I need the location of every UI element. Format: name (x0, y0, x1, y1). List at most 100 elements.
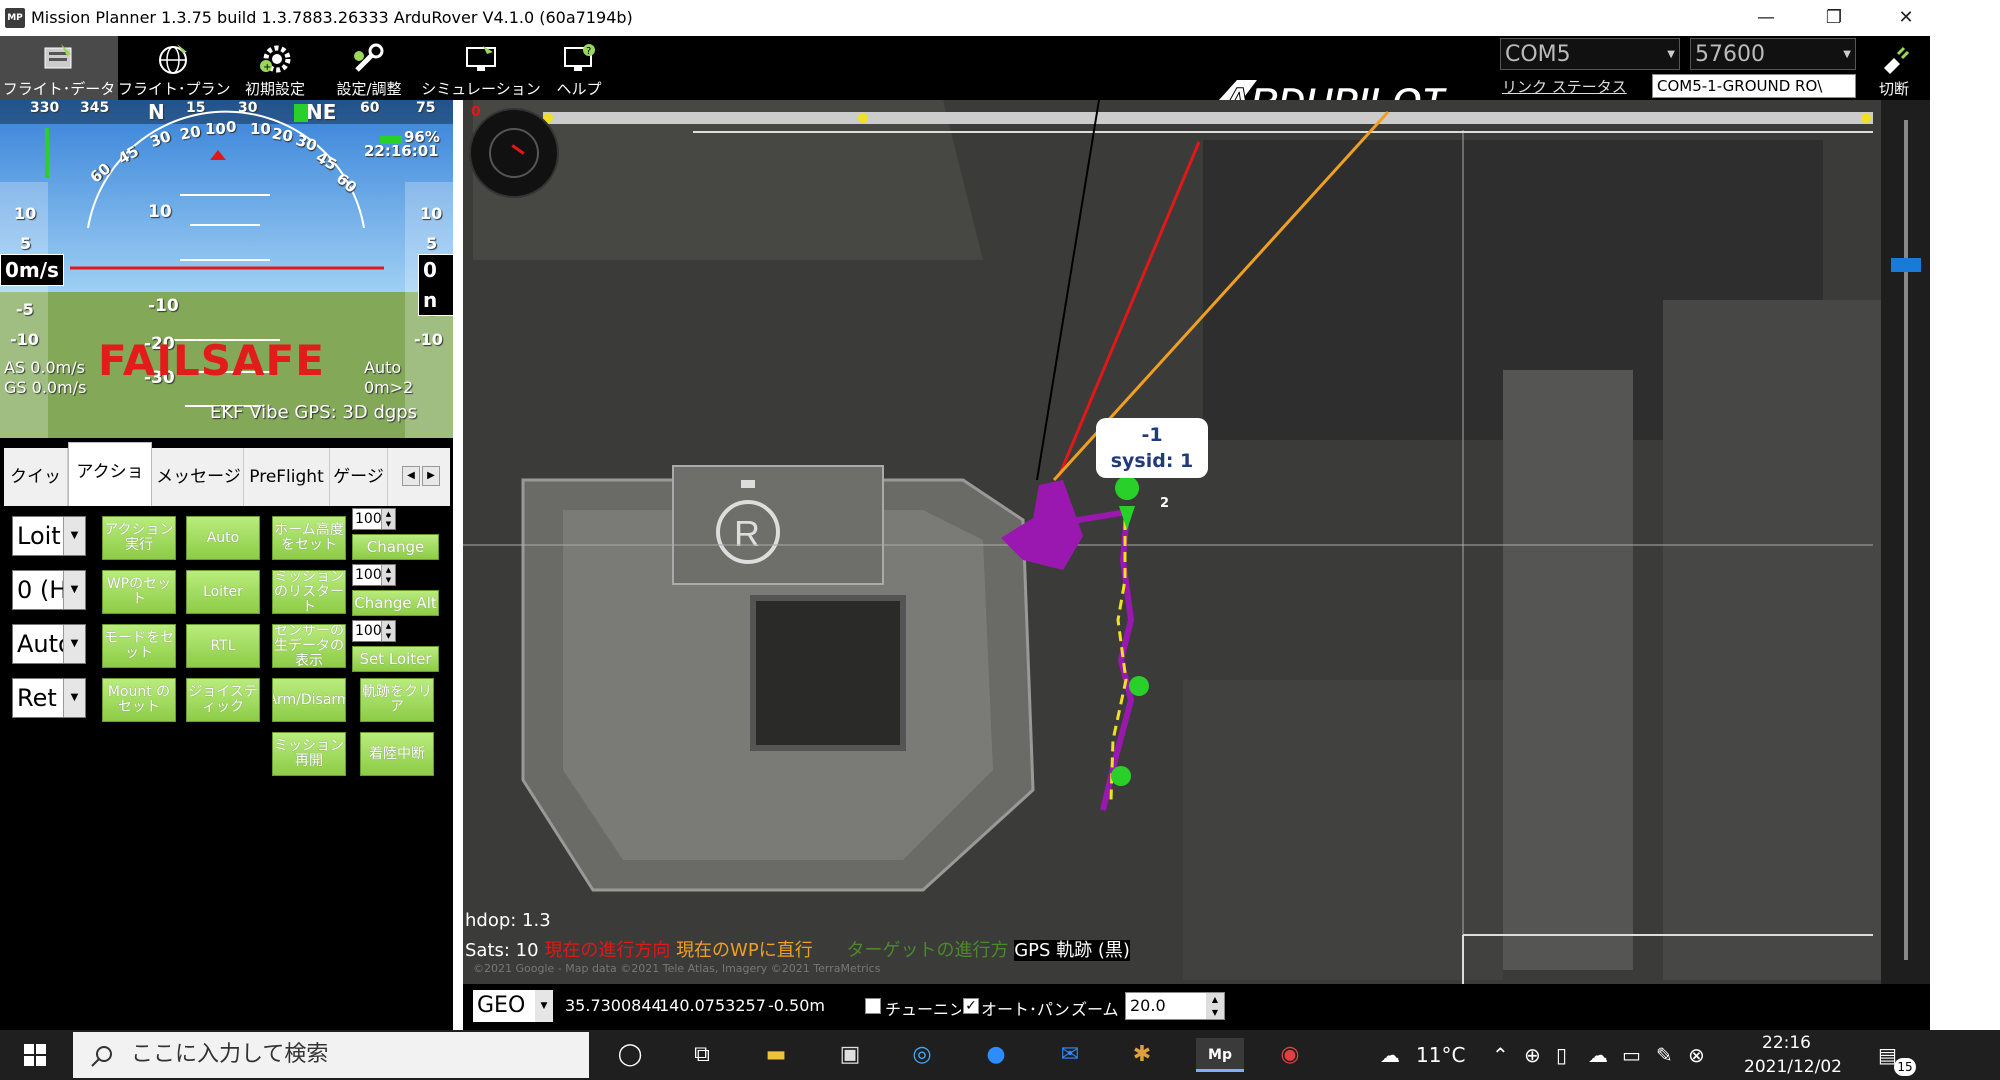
windows-start-icon[interactable] (24, 1044, 46, 1066)
app-logo: MP (5, 8, 25, 28)
restart-mission-button[interactable]: ミッションのリスタート (272, 570, 346, 614)
file-explorer-icon[interactable]: ▬ (758, 1038, 794, 1072)
mount-select[interactable]: Ret ▼ (12, 678, 86, 718)
mail-icon[interactable]: ✉ (1052, 1038, 1088, 1072)
loiter-rad-input[interactable]: 100 ▲ ▼ (352, 620, 396, 642)
mission-planner-taskbar-icon[interactable]: Mp (1196, 1038, 1244, 1072)
change-speed-button[interactable]: Change Speed (352, 534, 439, 560)
baud-select[interactable]: 57600 ▼ (1690, 38, 1856, 70)
wp-distance: 0m>2 (364, 378, 414, 397)
setmode-select[interactable]: Auto ▼ (12, 624, 86, 664)
toolbar-flight-plan[interactable]: フライト･プラン (118, 36, 231, 100)
zoom-input[interactable]: 20.0 ▲ ▼ (1125, 992, 1225, 1020)
toolbar-config-tuning[interactable]: 設定/調整 (322, 36, 416, 100)
change-alt-button[interactable]: Change Alt (352, 590, 439, 616)
set-mount-button[interactable]: Mount のセット (102, 678, 176, 722)
slack-icon[interactable]: ✱ (1124, 1038, 1160, 1072)
joystick-button[interactable]: ジョイスティック (186, 678, 260, 722)
disconnect-button[interactable]: 切断 (1862, 36, 1926, 100)
taskbar-search-box[interactable]: ここに入力して検索 (73, 1032, 589, 1078)
wrench-icon (354, 43, 384, 72)
tab-gauges[interactable]: ゲージ (330, 448, 388, 506)
link-status-link[interactable]: リンク ステータス (1502, 76, 1627, 97)
speed-input[interactable]: 100 ▲ ▼ (352, 508, 396, 530)
tuning-checkbox[interactable] (865, 998, 881, 1014)
plug-icon (1884, 46, 1910, 74)
task-view-icon[interactable]: ⧉ (684, 1038, 720, 1072)
toolbar-help[interactable]: ? ヘルプ (544, 36, 614, 100)
map-view[interactable]: R 0 -1 sysid: 1 2 hdop: 1.3 Sats: 10 現在の… (463, 100, 1930, 984)
safari-icon[interactable]: ◎ (904, 1038, 940, 1072)
spinner-icon[interactable]: ▲ ▼ (381, 565, 395, 585)
speed-readout: 0m/s (0, 254, 64, 286)
tab-quick[interactable]: クイック (4, 448, 68, 545)
map-copyright: ©2021 Google - Map data ©2021 Tele Atlas… (473, 962, 881, 975)
map-legend: Sats: 10 現在の進行方向 現在のWPに直行 ターゲットの進行方 GPS … (465, 940, 1130, 961)
coord-type-select[interactable]: GEO ▼ (473, 990, 553, 1022)
clock-date[interactable]: 2021/12/02 (1744, 1056, 1842, 1078)
cortana-icon[interactable]: ◯ (612, 1038, 648, 1072)
zoom-app-icon[interactable]: ● (978, 1038, 1014, 1072)
tray-device-icon[interactable]: ▯ (1556, 1040, 1567, 1070)
clock-time[interactable]: 22:16 (1762, 1032, 1811, 1054)
set-mode-button[interactable]: モードをセット (102, 624, 176, 668)
spinner-icon[interactable]: ▲ ▼ (381, 621, 395, 641)
toolbar-simulation[interactable]: シミュレーション (418, 36, 544, 100)
chevron-down-icon: ▼ (63, 625, 85, 663)
main-toolbar: フライト･データ フライト･プラン + 初期設定 設定/調整 シミュレーション … (0, 36, 1930, 124)
onedrive-icon[interactable]: ☁ (1588, 1040, 1608, 1070)
do-action-button[interactable]: アクション実行 (102, 516, 176, 560)
clear-track-button[interactable]: 軌跡をクリア (360, 678, 434, 722)
hud-time: 22:16:01 (364, 142, 439, 160)
toolbar-initial-setup[interactable]: + 初期設定 (230, 36, 320, 100)
set-loiter-rad-button[interactable]: Set Loiter Rad (352, 646, 439, 672)
store-icon[interactable]: ▣ (832, 1038, 868, 1072)
minimize-button[interactable]: — (1738, 4, 1794, 32)
ekf-status: EKF Vibe GPS: 3D dgps (210, 402, 418, 423)
search-icon (91, 1046, 112, 1067)
volume-mute-icon[interactable]: ⊗ (1688, 1040, 1705, 1070)
spinner-icon[interactable]: ▲ ▼ (1206, 993, 1224, 1019)
tab-messages[interactable]: メッセージ (154, 448, 244, 506)
tray-chevron-icon[interactable]: ⌃ (1492, 1040, 1509, 1070)
network-globe-icon[interactable]: ⊕ (1524, 1040, 1541, 1070)
hdop-text: hdop: 1.3 (465, 910, 551, 931)
set-home-alt-button[interactable]: ホーム高度をセット (272, 516, 346, 560)
failsafe-warning: FAILSAFE (98, 336, 325, 385)
groundspeed-text: GS 0.0m/s (4, 378, 87, 397)
wp-select[interactable]: 0 (H ▼ (12, 570, 86, 610)
latitude-text: 35.7300844 (565, 996, 662, 1015)
toolbar-flight-data[interactable]: フライト･データ (0, 36, 118, 100)
connection-select[interactable]: COM5-1-GROUND RO\ (1652, 74, 1856, 98)
pitch-label-10: 10 (148, 202, 172, 222)
port-select[interactable]: COM5 ▼ (1500, 38, 1680, 70)
abort-landing-button[interactable]: 着陸中断 (360, 732, 434, 776)
zoom-slider-thumb[interactable] (1891, 258, 1921, 272)
resume-mission-button[interactable]: ミッション再開 (272, 732, 346, 776)
rtl-button[interactable]: RTL (186, 624, 260, 668)
set-wp-button[interactable]: WPのセット (102, 570, 176, 614)
close-button[interactable]: ✕ (1878, 4, 1934, 32)
raw-sensor-button[interactable]: センサーの生データの表示 (272, 624, 346, 668)
auto-button[interactable]: Auto (186, 516, 260, 560)
autopan-checkbox[interactable]: ✓ (963, 998, 979, 1014)
weather-cloud-icon[interactable]: ☁ (1380, 1040, 1400, 1070)
tab-preflight[interactable]: PreFlight (244, 448, 330, 506)
maximize-button[interactable]: ❐ (1806, 4, 1862, 32)
waypoint-2-label[interactable]: 2 (1160, 496, 1169, 511)
chevron-down-icon: ▼ (63, 517, 85, 555)
autopan-label: オート･パン (981, 1000, 1070, 1019)
loiter-button[interactable]: Loiter (186, 570, 260, 614)
battery-icon[interactable]: ▭ (1622, 1040, 1641, 1070)
svg-text:?: ? (586, 46, 591, 57)
tab-scroll-right[interactable]: ▶ (422, 466, 440, 486)
arm-disarm-button[interactable]: Arm/Disarm (272, 678, 346, 722)
tab-actions[interactable]: アクション (68, 442, 152, 540)
chrome-icon[interactable]: ◉ (1272, 1038, 1308, 1072)
spinner-icon[interactable]: ▲ ▼ (381, 509, 395, 529)
notification-count: 15 (1894, 1058, 1916, 1076)
mode-select[interactable]: Loit ▼ (12, 516, 86, 556)
pen-icon[interactable]: ✎ (1656, 1040, 1673, 1070)
alt-input[interactable]: 100 ▲ ▼ (352, 564, 396, 586)
tab-scroll-left[interactable]: ◀ (402, 466, 420, 486)
